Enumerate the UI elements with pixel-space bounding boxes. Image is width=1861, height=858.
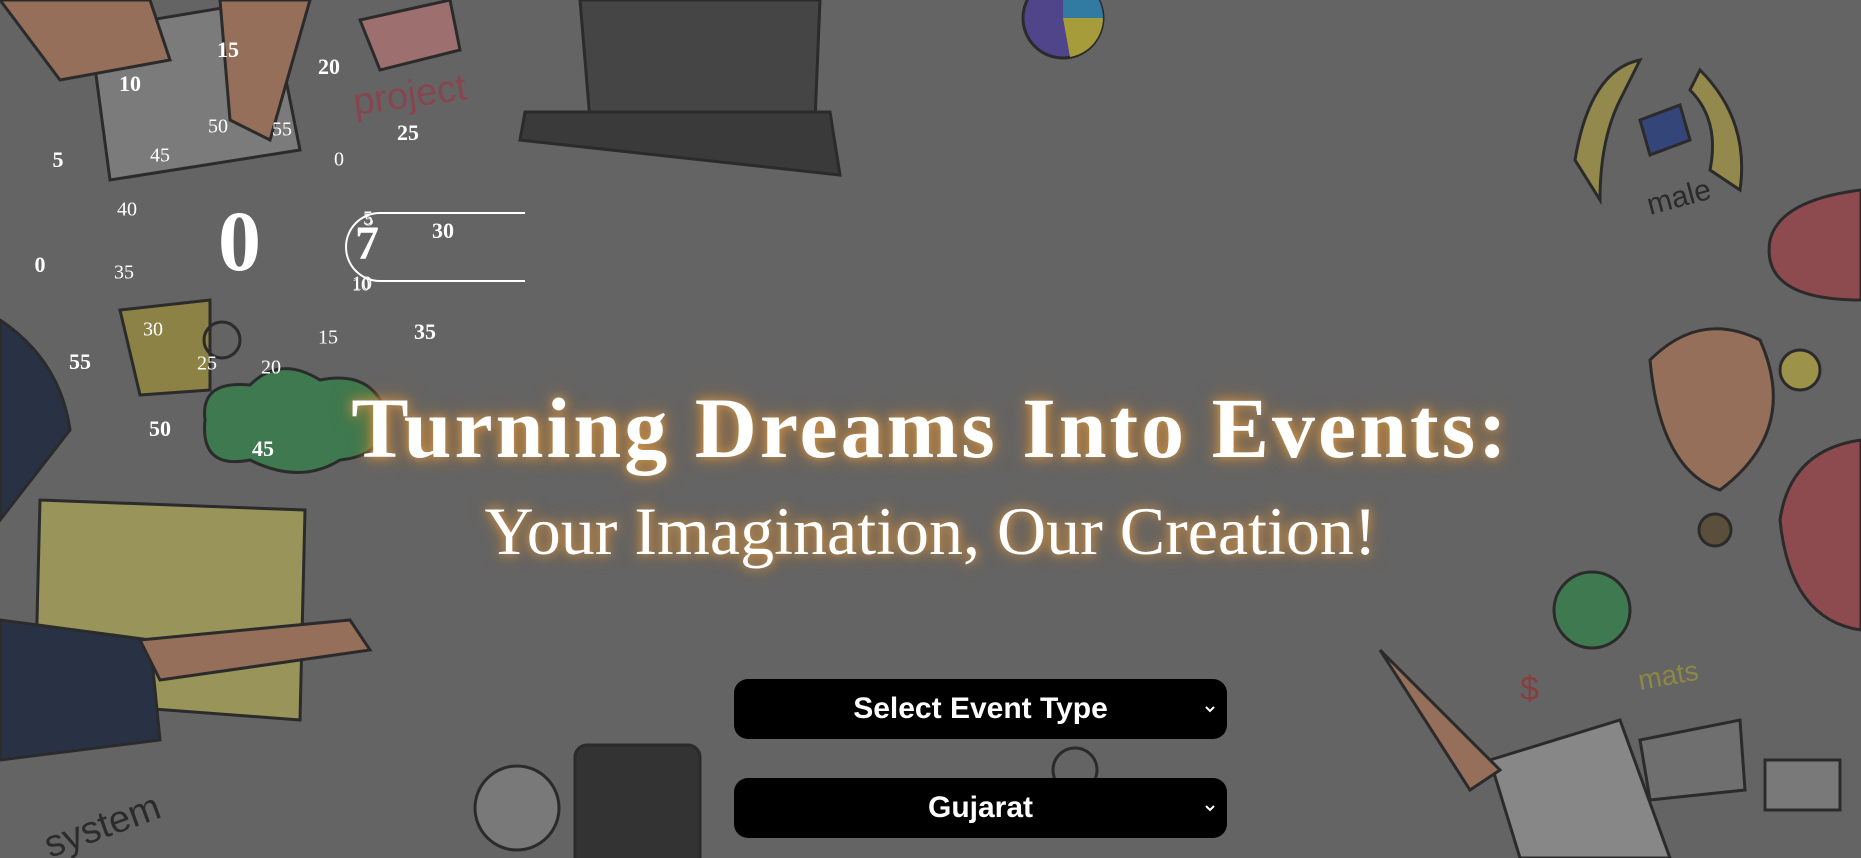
state-select[interactable]: Gujarat [734, 778, 1227, 838]
state-select-value: Gujarat [927, 791, 1034, 824]
clock-tick: 20 [261, 356, 281, 379]
clock-tick: 45 [150, 144, 170, 167]
clock-tick: 50 [208, 115, 228, 138]
clock-tick: 15 [318, 326, 338, 349]
event-type-select-value: Select Event Type [853, 692, 1108, 725]
clock-tick: 5 [52, 147, 64, 172]
hero-title: Turning Dreams Into Events: [351, 380, 1510, 476]
clock-tick: 30 [143, 318, 163, 341]
clock-seconds-digit: 7 [355, 217, 379, 270]
clock-tick: 25 [397, 120, 419, 145]
clock-tick: 35 [414, 319, 436, 344]
clock-tick: 25 [197, 352, 217, 375]
clock-tick: 35 [114, 261, 134, 284]
clock-hour-digit: 0 [218, 193, 261, 289]
clock-tick: 55 [69, 349, 91, 374]
chevron-down-icon [1205, 805, 1215, 812]
clock-tick: 55 [272, 118, 292, 141]
chevron-down-icon [1205, 706, 1215, 713]
event-type-select[interactable]: Select Event Type [734, 679, 1227, 739]
clock-tick: 0 [34, 252, 46, 277]
clock-tick: 0 [334, 148, 344, 171]
clock-tick: 15 [217, 37, 239, 62]
clock-tick: 20 [318, 54, 340, 79]
hero-subtitle: Your Imagination, Our Creation! [484, 493, 1377, 569]
clock-tick: 40 [117, 198, 137, 221]
clock-tick: 10 [119, 71, 141, 96]
